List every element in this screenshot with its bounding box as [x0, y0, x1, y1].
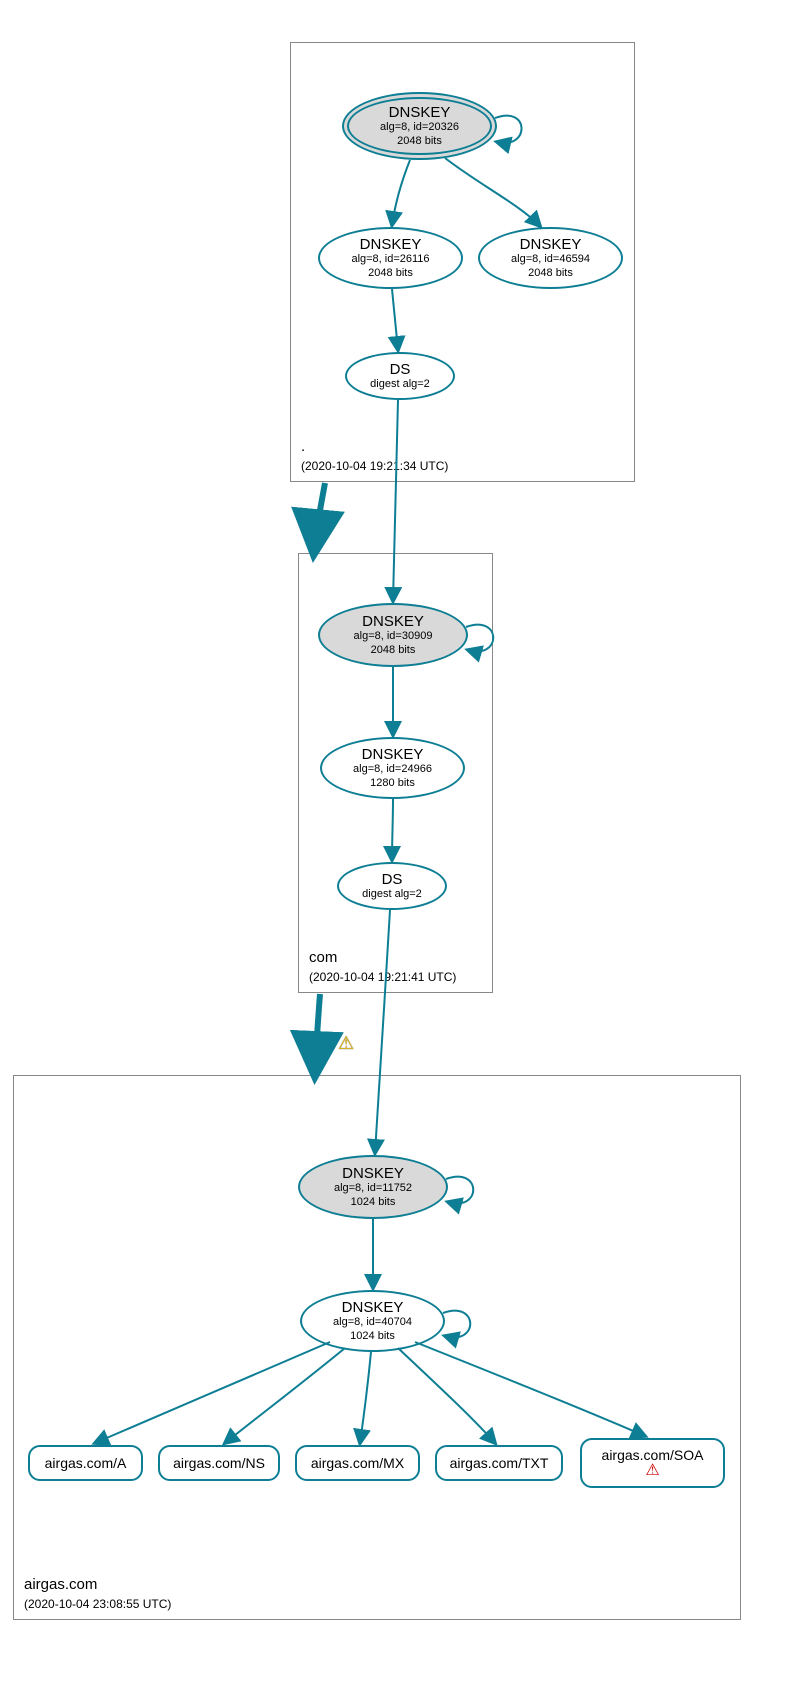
root-zsk-alg: alg=8, id=26116	[320, 253, 461, 266]
zone-airgas-name: airgas.com	[24, 1576, 171, 1593]
root-ds-alg: digest alg=2	[347, 378, 453, 391]
com-ksk-bits: 2048 bits	[320, 644, 466, 657]
root-standby-title: DNSKEY	[480, 236, 621, 253]
root-standby-alg: alg=8, id=46594	[480, 253, 621, 266]
com-zsk-bits: 1280 bits	[322, 777, 463, 790]
airgas-ksk-bits: 1024 bits	[300, 1196, 446, 1209]
root-zsk-bits: 2048 bits	[320, 267, 461, 280]
zone-root-label: . (2020-10-04 19:21:34 UTC)	[301, 438, 448, 473]
root-zsk-dnskey-node: DNSKEY alg=8, id=26116 2048 bits	[318, 227, 463, 289]
com-zsk-dnskey-node: DNSKEY alg=8, id=24966 1280 bits	[320, 737, 465, 799]
airgas-ksk-title: DNSKEY	[300, 1165, 446, 1182]
rrset-mx-label: airgas.com/MX	[297, 1455, 418, 1471]
root-ksk-title: DNSKEY	[344, 104, 495, 121]
com-ds-node: DS digest alg=2	[337, 862, 447, 910]
airgas-zsk-title: DNSKEY	[302, 1299, 443, 1316]
rrset-txt-label: airgas.com/TXT	[437, 1455, 561, 1471]
root-zsk-title: DNSKEY	[320, 236, 461, 253]
rrset-a: airgas.com/A	[28, 1445, 143, 1481]
airgas-zsk-bits: 1024 bits	[302, 1330, 443, 1343]
zone-com-name: com	[309, 949, 456, 966]
zone-root-timestamp: (2020-10-04 19:21:34 UTC)	[301, 459, 448, 473]
airgas-zsk-alg: alg=8, id=40704	[302, 1316, 443, 1329]
com-ds-title: DS	[339, 871, 445, 888]
root-ksk-bits: 2048 bits	[344, 135, 495, 148]
warning-triangle-icon: ⚠	[338, 1033, 354, 1054]
root-standby-dnskey-node: DNSKEY alg=8, id=46594 2048 bits	[478, 227, 623, 289]
rrset-ns-label: airgas.com/NS	[160, 1455, 278, 1471]
com-ksk-alg: alg=8, id=30909	[320, 630, 466, 643]
zone-com-timestamp: (2020-10-04 19:21:41 UTC)	[309, 970, 456, 984]
airgas-ksk-alg: alg=8, id=11752	[300, 1182, 446, 1195]
warning-triangle-icon: ⚠	[582, 1463, 723, 1479]
airgas-zsk-dnskey-node: DNSKEY alg=8, id=40704 1024 bits	[300, 1290, 445, 1352]
rrset-soa-label: airgas.com/SOA	[582, 1447, 723, 1463]
rrset-a-label: airgas.com/A	[30, 1455, 141, 1471]
com-zsk-title: DNSKEY	[322, 746, 463, 763]
rrset-ns: airgas.com/NS	[158, 1445, 280, 1481]
zone-airgas-timestamp: (2020-10-04 23:08:55 UTC)	[24, 1597, 171, 1611]
root-ds-node: DS digest alg=2	[345, 352, 455, 400]
root-standby-bits: 2048 bits	[480, 267, 621, 280]
com-ksk-title: DNSKEY	[320, 613, 466, 630]
com-ds-alg: digest alg=2	[339, 888, 445, 901]
rrset-txt: airgas.com/TXT	[435, 1445, 563, 1481]
zone-airgas-label: airgas.com (2020-10-04 23:08:55 UTC)	[24, 1576, 171, 1611]
rrset-soa: airgas.com/SOA ⚠	[580, 1438, 725, 1488]
rrset-mx: airgas.com/MX	[295, 1445, 420, 1481]
root-ds-title: DS	[347, 361, 453, 378]
zone-com-label: com (2020-10-04 19:21:41 UTC)	[309, 949, 456, 984]
com-zsk-alg: alg=8, id=24966	[322, 763, 463, 776]
root-ksk-dnskey-node: DNSKEY alg=8, id=20326 2048 bits	[342, 92, 497, 160]
com-ksk-dnskey-node: DNSKEY alg=8, id=30909 2048 bits	[318, 603, 468, 667]
root-ksk-alg: alg=8, id=20326	[344, 121, 495, 134]
zone-root-name: .	[301, 438, 448, 455]
airgas-ksk-dnskey-node: DNSKEY alg=8, id=11752 1024 bits	[298, 1155, 448, 1219]
